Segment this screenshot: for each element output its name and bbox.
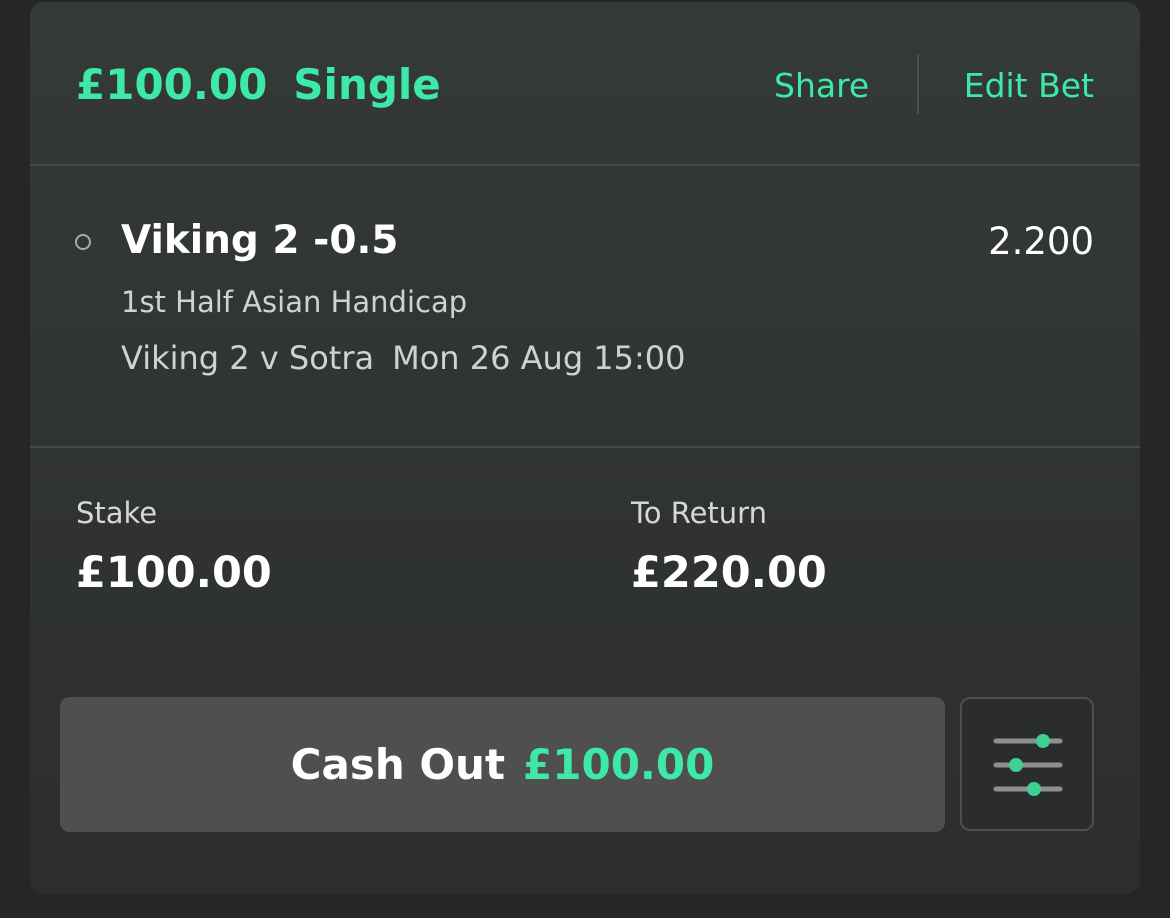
stake-value: £100.00 [76,548,272,598]
selection-row: Viking 2 -0.5 2.200 1st Half Asian Handi… [30,166,1140,448]
cash-out-amount: £100.00 [523,740,715,789]
event-info: Viking 2 v Sotra Mon 26 Aug 15:00 [121,339,686,377]
event-name: Viking 2 v Sotra [121,339,375,377]
bet-card: £100.00 Single Share Edit Bet Viking 2 -0… [30,2,1140,894]
sliders-icon [993,734,1063,796]
market-name: 1st Half Asian Handicap [121,285,468,319]
share-button[interactable]: Share [774,66,869,105]
selection-status-icon [75,234,91,250]
cash-out-label: Cash Out [290,740,506,789]
selection-name: Viking 2 -0.5 [121,218,399,263]
stake-label: Stake [76,496,158,530]
bet-header: £100.00 Single Share Edit Bet [30,2,1140,166]
bet-type: Single [293,60,441,109]
selection-odds: 2.200 [988,220,1094,263]
bet-title: £100.00 Single [76,60,441,109]
edit-bet-button[interactable]: Edit Bet [964,66,1094,105]
header-divider [917,54,919,114]
cash-out-button[interactable]: Cash Out £100.00 [60,697,945,832]
event-datetime: Mon 26 Aug 15:00 [392,339,686,377]
to-return-label: To Return [631,496,767,530]
to-return-value: £220.00 [631,548,827,598]
cash-out-settings-button[interactable] [960,697,1094,831]
bet-stake-amount: £100.00 [76,60,268,109]
